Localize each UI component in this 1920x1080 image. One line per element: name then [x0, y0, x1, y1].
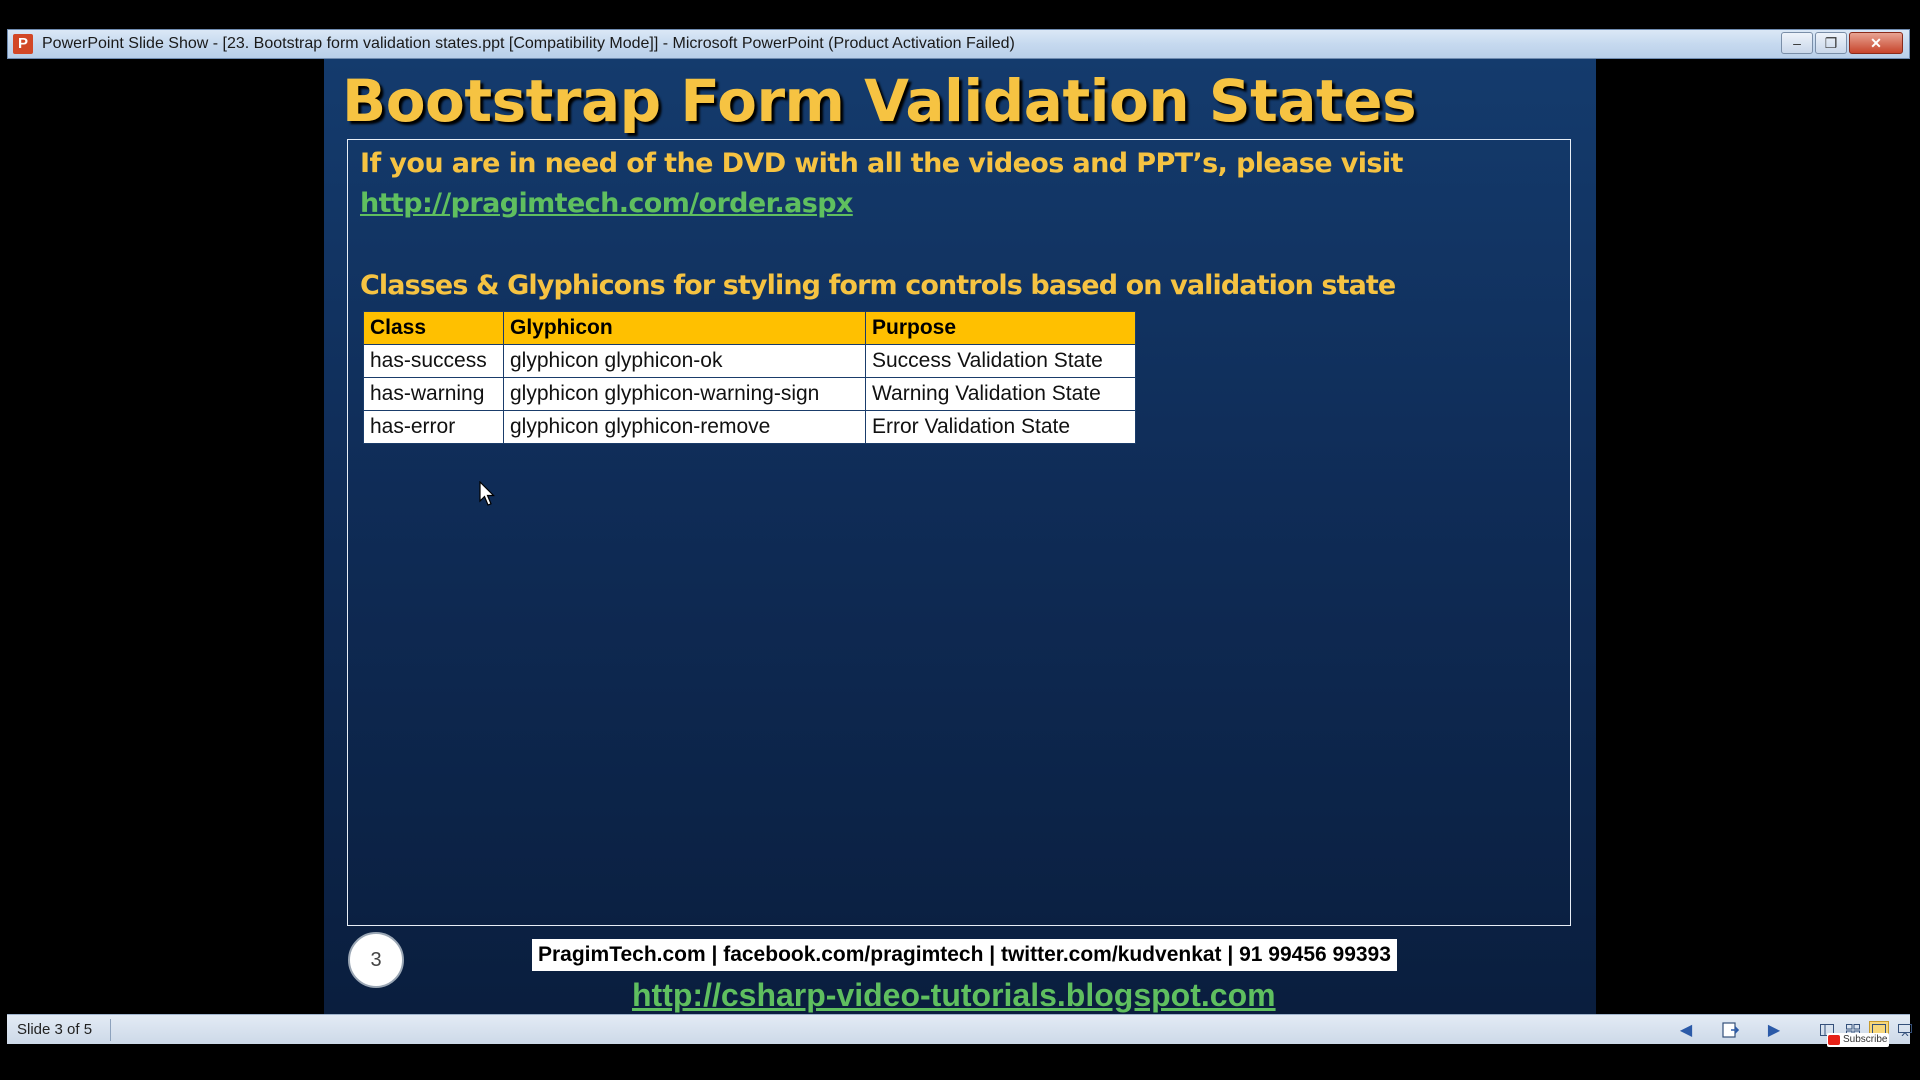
content-placeholder: If you are in need of the DVD with all t…: [347, 139, 1571, 926]
next-slide-button[interactable]: ▶: [1763, 1020, 1785, 1040]
slide-number-badge: 3: [348, 932, 404, 988]
dvd-notice-text: If you are in need of the DVD with all t…: [360, 148, 1403, 179]
table-row: has-warning glyphicon glyphicon-warning-…: [363, 377, 1136, 411]
previous-arrow-icon: ◀: [1679, 1022, 1693, 1039]
close-icon: ✕: [1870, 34, 1882, 51]
status-divider: [110, 1019, 111, 1041]
powerpoint-app-icon[interactable]: P: [13, 34, 33, 54]
cell-glyphicon: glyphicon glyphicon-warning-sign: [503, 377, 866, 411]
slideshow-menu-button[interactable]: [1719, 1020, 1741, 1040]
classes-heading: Classes & Glyphicons for styling form co…: [360, 270, 1396, 301]
close-button[interactable]: ✕: [1849, 32, 1903, 54]
cell-class: has-success: [363, 344, 504, 378]
subscribe-badge[interactable]: Subscribe: [1827, 1033, 1890, 1047]
cell-class: has-error: [363, 410, 504, 444]
cell-class: has-warning: [363, 377, 504, 411]
table-header-row: Class Glyphicon Purpose: [363, 311, 1136, 345]
table-row: has-error glyphicon glyphicon-remove Err…: [363, 410, 1136, 444]
minimize-button[interactable]: –: [1781, 32, 1813, 54]
table-row: has-success glyphicon glyphicon-ok Succe…: [363, 344, 1136, 378]
blog-link[interactable]: http://csharp-video-tutorials.blogspot.c…: [632, 977, 1276, 1014]
header-class: Class: [363, 311, 504, 345]
window-title: PowerPoint Slide Show - [23. Bootstrap f…: [42, 35, 1015, 52]
mouse-cursor-icon: [479, 481, 495, 506]
order-link[interactable]: http://pragimtech.com/order.aspx: [360, 188, 853, 219]
cell-glyphicon: glyphicon glyphicon-ok: [503, 344, 866, 378]
status-bar: Slide 3 of 5 ◀ ▶ Subscribe: [7, 1014, 1912, 1047]
header-purpose: Purpose: [865, 311, 1136, 345]
previous-slide-button[interactable]: ◀: [1675, 1020, 1697, 1040]
cell-purpose: Success Validation State: [865, 344, 1136, 378]
minimize-icon: –: [1793, 35, 1801, 51]
header-glyphicon: Glyphicon: [503, 311, 866, 345]
maximize-icon: ❐: [1824, 34, 1838, 51]
maximize-button[interactable]: ❐: [1815, 32, 1847, 54]
window-title-bar[interactable]: P PowerPoint Slide Show - [23. Bootstrap…: [7, 29, 1910, 59]
next-arrow-icon: ▶: [1767, 1022, 1781, 1039]
window-controls: – ❐ ✕: [1781, 32, 1903, 54]
screen: P PowerPoint Slide Show - [23. Bootstrap…: [0, 0, 1920, 1080]
slide-show-button[interactable]: [1895, 1021, 1915, 1039]
footer-contacts: PragimTech.com | facebook.com/pragimtech…: [532, 939, 1397, 971]
cell-purpose: Error Validation State: [865, 410, 1136, 444]
validation-states-table: Class Glyphicon Purpose has-success glyp…: [363, 311, 1136, 444]
slide-canvas[interactable]: Bootstrap Form Validation States If you …: [324, 59, 1596, 1014]
slideshow-menu-icon: [1722, 1022, 1739, 1038]
slide-indicator: Slide 3 of 5: [17, 1021, 93, 1038]
cell-purpose: Warning Validation State: [865, 377, 1136, 411]
cell-glyphicon: glyphicon glyphicon-remove: [503, 410, 866, 444]
slide-show-icon: [1898, 1024, 1912, 1036]
slide-title: Bootstrap Form Validation States: [342, 67, 1417, 135]
